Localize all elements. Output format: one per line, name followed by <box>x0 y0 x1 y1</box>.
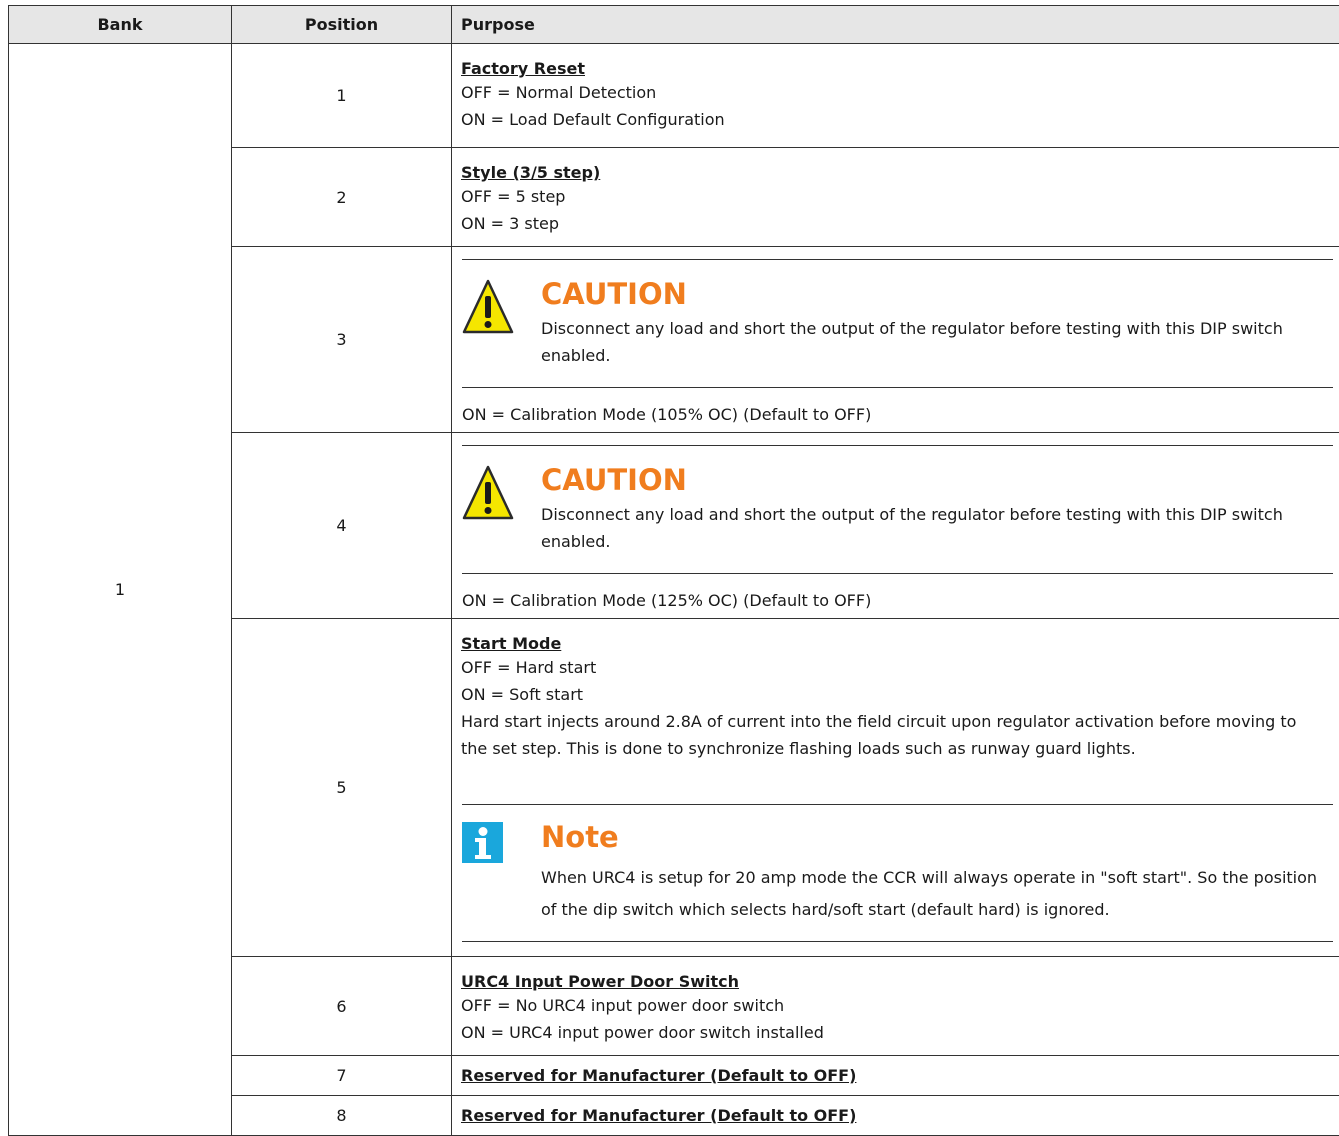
row-line: OFF = Normal Detection <box>461 83 657 102</box>
row-line: ON = Soft start <box>461 685 584 704</box>
position-cell-4: 4 <box>232 433 452 619</box>
caution-top-rule <box>462 259 1333 260</box>
warning-triangle-icon <box>462 465 514 520</box>
row-line: ON = 3 step <box>461 214 560 233</box>
setting-text: ON = Calibration Mode (105% OC) (Default… <box>462 405 872 424</box>
position-cell-3: 3 <box>232 247 452 433</box>
caution-text: Disconnect any load and short the output… <box>541 505 1283 551</box>
start-mode-block: Start Mode OFF = Hard start ON = Soft st… <box>452 619 1339 765</box>
note-heading: Note <box>541 820 619 854</box>
row-title: Reserved for Manufacturer (Default to OF… <box>461 1105 857 1125</box>
caution-heading: CAUTION <box>541 277 687 311</box>
row-line: OFF = Hard start <box>461 658 597 677</box>
caution-text: Disconnect any load and short the output… <box>541 319 1283 365</box>
row-title: Style (3/5 step) <box>461 163 601 182</box>
warning-triangle-icon <box>462 279 514 334</box>
position-cell-1: 1 <box>232 44 452 148</box>
row-title: Start Mode <box>461 634 562 653</box>
position-cell-5: 5 <box>232 619 452 957</box>
purpose-cell-4: CAUTION Disconnect any load and short th… <box>452 433 1339 619</box>
caution-bottom-rule <box>462 573 1333 574</box>
position-cell-6: 6 <box>232 957 452 1056</box>
note-callout: Note When URC4 is setup for 20 amp mode … <box>462 820 1333 932</box>
caution-callout: CAUTION Disconnect any load and short th… <box>462 277 1333 365</box>
position-cell-7: 7 <box>232 1056 452 1096</box>
note-text: When URC4 is setup for 20 amp mode the C… <box>541 868 1318 919</box>
purpose-cell-2: Style (3/5 step) OFF = 5 step ON = 3 ste… <box>452 148 1339 247</box>
row-line: OFF = No URC4 input power door switch <box>461 996 785 1015</box>
setting-text: ON = Calibration Mode (125% OC) (Default… <box>462 591 872 610</box>
note-bottom-rule <box>462 941 1333 942</box>
purpose-cell-1: Factory Reset OFF = Normal Detection ON … <box>452 44 1339 148</box>
header-bank: Bank <box>9 6 232 44</box>
row-title: URC4 Input Power Door Switch <box>461 972 740 991</box>
row-line: OFF = 5 step <box>461 187 566 206</box>
purpose-cell-7: Reserved for Manufacturer (Default to OF… <box>452 1056 1339 1096</box>
caution-bottom-rule <box>462 387 1333 388</box>
purpose-cell-3: CAUTION Disconnect any load and short th… <box>452 247 1339 433</box>
purpose-cell-8: Reserved for Manufacturer (Default to OF… <box>452 1096 1339 1136</box>
note-top-rule <box>462 804 1333 805</box>
caution-callout: CAUTION Disconnect any load and short th… <box>462 463 1333 551</box>
row-title: Reserved for Manufacturer (Default to OF… <box>461 1065 857 1085</box>
purpose-cell-6: URC4 Input Power Door Switch OFF = No UR… <box>452 957 1339 1056</box>
info-icon <box>462 822 503 863</box>
header-purpose: Purpose <box>452 6 1339 44</box>
row-line: ON = Load Default Configuration <box>461 110 725 129</box>
position-cell-2: 2 <box>232 148 452 247</box>
purpose-cell-5: Start Mode OFF = Hard start ON = Soft st… <box>452 619 1339 957</box>
header-position: Position <box>232 6 452 44</box>
bank-cell: 1 <box>9 44 232 1136</box>
caution-top-rule <box>462 445 1333 446</box>
row-title: Factory Reset <box>461 59 585 78</box>
caution-heading: CAUTION <box>541 463 687 497</box>
row-paragraph: Hard start injects around 2.8A of curren… <box>461 712 1297 758</box>
row-line: ON = URC4 input power door switch instal… <box>461 1023 824 1042</box>
position-cell-8: 8 <box>232 1096 452 1136</box>
dip-switch-table: Bank Position Purpose 1 1 Factory Reset … <box>8 5 1339 1136</box>
